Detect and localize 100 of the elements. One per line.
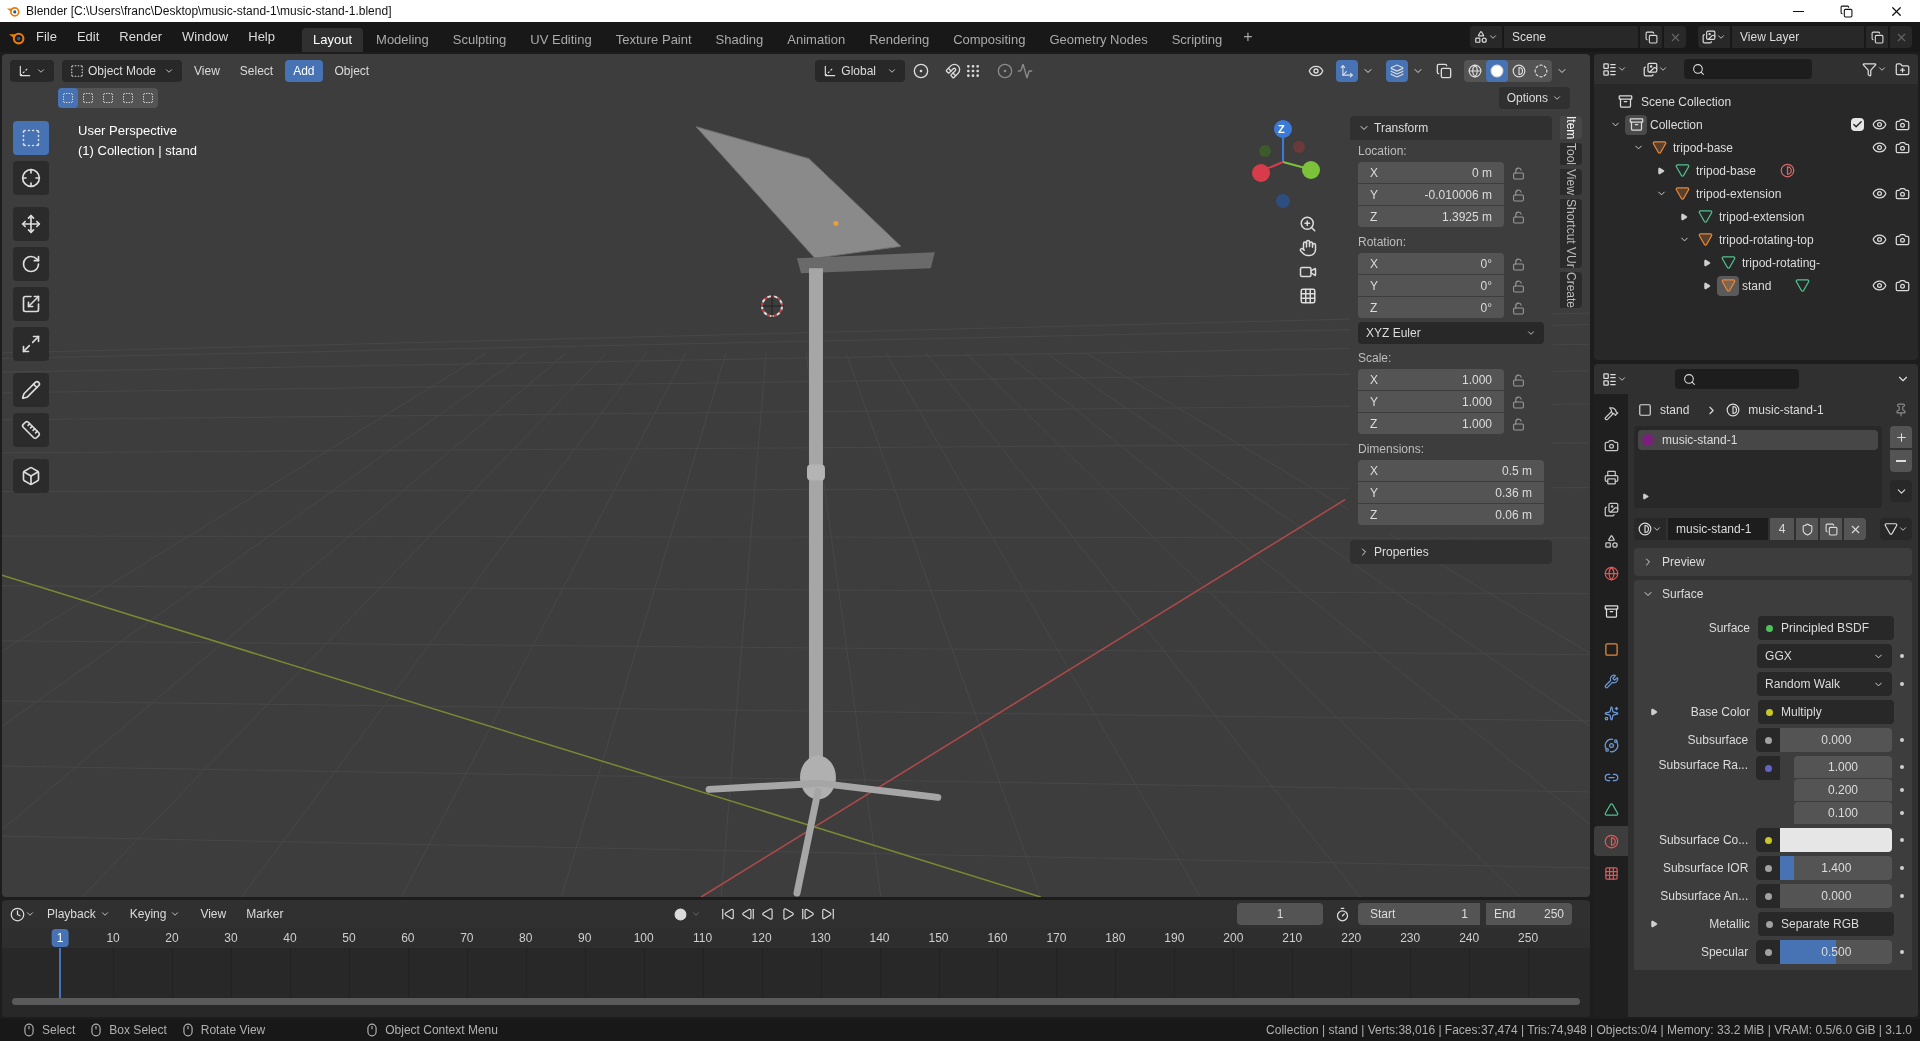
- number-field[interactable]: 0.000: [1780, 884, 1893, 908]
- workspace-tab[interactable]: Sculpting: [441, 28, 518, 52]
- number-field[interactable]: 1.400: [1780, 856, 1893, 880]
- field-label: Base Color: [1690, 704, 1750, 721]
- menu-button[interactable]: Marker: [238, 903, 292, 925]
- number-field[interactable]: Y 0.36 m: [1358, 482, 1544, 504]
- number-field[interactable]: Y 0°: [1358, 275, 1504, 297]
- end-frame-field[interactable]: End 250: [1486, 903, 1572, 925]
- number-field[interactable]: Z 0.06 m: [1358, 504, 1544, 526]
- number-field[interactable]: 1.000: [1794, 756, 1892, 778]
- material-name-field[interactable]: music-stand-1: [1668, 518, 1768, 540]
- workspace-tab[interactable]: Rendering: [858, 28, 941, 52]
- add-workspace-button[interactable]: +: [1235, 25, 1261, 49]
- outliner-item[interactable]: tripod-base: [1673, 138, 1734, 157]
- panel-title: Transform: [1374, 120, 1429, 137]
- number-field[interactable]: X 0 m: [1358, 162, 1504, 184]
- menu-item[interactable]: Edit: [67, 26, 109, 48]
- workspace-tab[interactable]: Animation: [776, 28, 857, 52]
- frame-number: 180: [1104, 930, 1127, 947]
- status-hint: Box Select: [109, 1022, 167, 1039]
- panel-header[interactable]: Preview: [1634, 548, 1912, 576]
- panel-title: Properties: [1374, 544, 1429, 561]
- frame-number: 90: [577, 930, 593, 947]
- workspace-tab[interactable]: Scripting: [1160, 28, 1234, 52]
- link-field[interactable]: Separate RGB: [1758, 912, 1894, 936]
- menu-button[interactable]: View: [192, 903, 235, 925]
- frame-number: 100: [632, 930, 655, 947]
- dropdown[interactable]: Random Walk: [1757, 672, 1893, 696]
- number-field[interactable]: Y 1.000: [1358, 391, 1504, 413]
- material-slot[interactable]: music-stand-1: [1638, 430, 1878, 450]
- menu-button[interactable]: Add: [285, 60, 323, 82]
- menu-button[interactable]: Select: [231, 60, 282, 82]
- link-field[interactable]: Principled BSDF: [1758, 616, 1894, 640]
- frame-number: 250: [1517, 930, 1540, 947]
- menu-button[interactable]: Object: [326, 60, 378, 82]
- number-field[interactable]: 0.100: [1794, 802, 1892, 824]
- sidebar-tab[interactable]: Tool: [1560, 143, 1582, 166]
- view-layer-field[interactable]: View Layer: [1732, 26, 1864, 48]
- menu-item[interactable]: Window: [173, 26, 238, 48]
- sidebar-tab[interactable]: View: [1560, 169, 1582, 196]
- number-field[interactable]: 0.500: [1780, 940, 1893, 964]
- menu-button[interactable]: View: [186, 60, 228, 82]
- outliner-item[interactable]: Collection: [1650, 115, 1703, 134]
- dropdown[interactable]: GGX: [1757, 644, 1893, 668]
- scene-field[interactable]: Scene: [1504, 26, 1638, 48]
- outliner-item[interactable]: tripod-base: [1696, 161, 1757, 180]
- sidebar-tab[interactable]: Shortcut VUr: [1560, 199, 1582, 268]
- panel-header[interactable]: Properties: [1350, 540, 1552, 564]
- workspace-tab[interactable]: Texture Paint: [604, 28, 703, 52]
- number-field[interactable]: X 0.5 m: [1358, 460, 1544, 482]
- start-frame-field[interactable]: Start 1: [1358, 903, 1480, 925]
- menu-item[interactable]: Help: [239, 26, 284, 48]
- number-field[interactable]: Z 1.000: [1358, 413, 1504, 435]
- frame-number: 110: [692, 930, 714, 947]
- frame-number: 60: [400, 930, 416, 947]
- orientation-dropdown[interactable]: Global: [815, 60, 906, 82]
- workspace-tab[interactable]: Shading: [704, 28, 775, 52]
- outliner-item[interactable]: tripod-extension: [1719, 207, 1805, 226]
- panel-header[interactable]: Transform: [1350, 116, 1552, 140]
- menu-button[interactable]: Playback: [39, 903, 118, 925]
- workspace-tab[interactable]: Compositing: [942, 28, 1037, 52]
- outliner-item[interactable]: tripod-extension: [1696, 184, 1782, 203]
- frame-number: 150: [927, 930, 950, 947]
- group-label: Scale:: [1358, 350, 1393, 367]
- workspace-tab[interactable]: Geometry Nodes: [1038, 28, 1159, 52]
- outliner-item[interactable]: tripod-rotating-: [1742, 253, 1821, 272]
- viewport-info-text: (1) Collection | stand: [78, 142, 197, 160]
- link-field[interactable]: Multiply: [1758, 700, 1894, 724]
- breadcrumb-item: stand: [1660, 402, 1690, 419]
- current-frame-field[interactable]: 1: [1237, 903, 1323, 925]
- outliner-item[interactable]: tripod-rotating-top: [1719, 230, 1814, 249]
- options-dropdown[interactable]: Options: [1498, 87, 1570, 109]
- menu-item[interactable]: Render: [110, 26, 171, 48]
- menu-item[interactable]: File: [27, 26, 66, 48]
- number-field[interactable]: X 1.000: [1358, 369, 1504, 391]
- number-field[interactable]: Z 0°: [1358, 297, 1504, 319]
- field-label: Subsurface An...: [1660, 888, 1749, 905]
- menu-button[interactable]: Keying: [121, 903, 189, 925]
- status-hint: Rotate View: [200, 1022, 266, 1039]
- sidebar-tab[interactable]: Create: [1560, 271, 1582, 308]
- number-field[interactable]: 0.200: [1794, 779, 1892, 801]
- workspace-tab[interactable]: UV Editing: [519, 28, 603, 52]
- rotation-mode-dropdown[interactable]: XYZ Euler: [1358, 322, 1544, 344]
- sidebar-tab[interactable]: Item: [1560, 116, 1582, 140]
- number-field[interactable]: X 0°: [1358, 253, 1504, 275]
- outliner-item[interactable]: stand: [1742, 276, 1772, 295]
- workspace-tab[interactable]: Modeling: [365, 28, 440, 52]
- number-field[interactable]: Y -0.010006 m: [1358, 184, 1504, 206]
- mode-dropdown[interactable]: Object Mode: [62, 60, 182, 82]
- axis-label: Z: [1278, 122, 1285, 137]
- user-count[interactable]: 4: [1770, 518, 1794, 540]
- outliner-item[interactable]: Scene Collection: [1641, 92, 1732, 111]
- status-hint: Select: [42, 1022, 76, 1039]
- workspace-tab[interactable]: Layout: [302, 28, 364, 52]
- number-field[interactable]: Z 1.3925 m: [1358, 206, 1504, 228]
- status-stats: Collection | stand | Verts:38,016 | Faces:37,474 | Tris:74,948 | Objects:0/4 | Memory: 33.2 MiB | VRAM: 0.5/6.0 GiB | 3.1.0: [1266, 1022, 1912, 1039]
- number-field[interactable]: 0.000: [1780, 728, 1893, 752]
- panel-header[interactable]: Surface: [1634, 580, 1912, 608]
- frame-number: 190: [1163, 930, 1186, 947]
- group-label: Location:: [1358, 143, 1408, 160]
